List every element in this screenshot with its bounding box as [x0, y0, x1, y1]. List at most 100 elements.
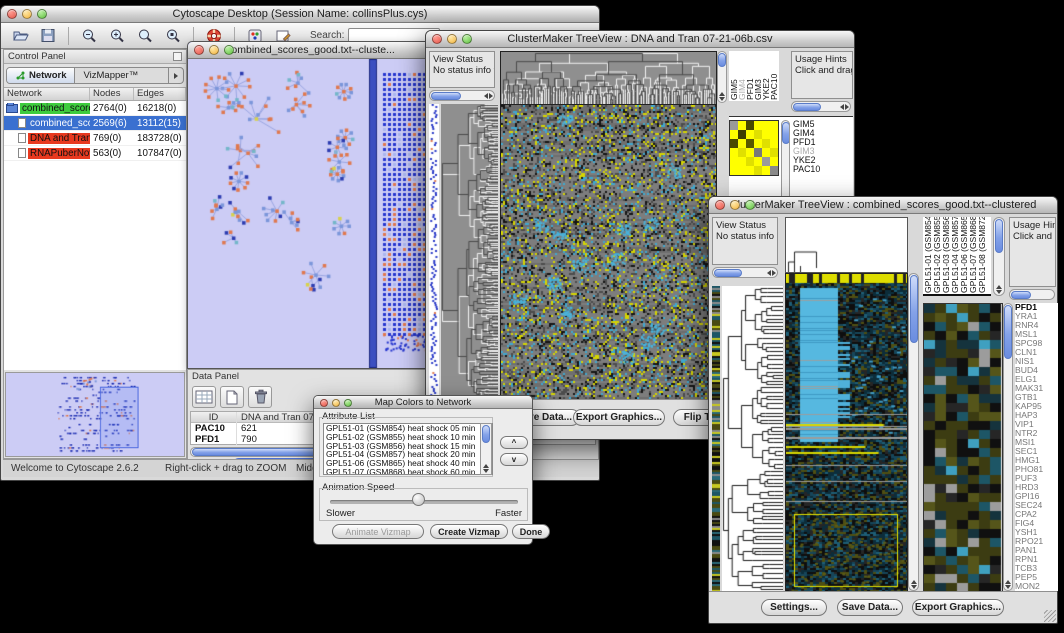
row-dendrogram[interactable]	[441, 104, 498, 398]
scroll-up-button[interactable]	[996, 285, 1002, 289]
scroll-down-button[interactable]	[996, 290, 1002, 294]
scroll-down-button[interactable]	[483, 469, 489, 473]
heatmap-canvas[interactable]	[500, 104, 717, 400]
scrollbar-thumb[interactable]	[782, 122, 790, 144]
scroll-down-button[interactable]	[911, 585, 917, 589]
attribute-list[interactable]: GPL51-01 (GSM854) heat shock 05 minGPL51…	[323, 423, 493, 475]
zoom-actual-button[interactable]	[134, 26, 156, 46]
labels-vscrollbar[interactable]	[993, 217, 1005, 296]
dendrogram-hscrollbar[interactable]	[429, 90, 495, 101]
col-header-edges[interactable]: Edges	[134, 88, 186, 100]
close-button[interactable]	[320, 399, 328, 407]
scrollbar-thumb[interactable]	[995, 219, 1003, 253]
row-dendrogram[interactable]	[722, 286, 783, 591]
zoom-heatmap[interactable]	[923, 303, 1003, 593]
column-dendrogram[interactable]	[785, 217, 908, 273]
float-panel-icon[interactable]	[173, 52, 182, 61]
global-overview-strip[interactable]	[429, 104, 439, 398]
new-attribute-button[interactable]	[220, 386, 244, 408]
close-button[interactable]	[715, 200, 725, 210]
tab-overflow-button[interactable]	[168, 68, 183, 83]
heatmap-canvas[interactable]	[785, 273, 908, 593]
scrollbar-thumb[interactable]	[1011, 291, 1031, 299]
attribute-list-vscrollbar[interactable]	[480, 423, 492, 475]
zoom-out-button[interactable]	[78, 26, 100, 46]
open-session-button[interactable]	[9, 26, 31, 46]
network-canvas[interactable]	[188, 59, 433, 368]
network-row[interactable]: combined_scores2764(0)16218(0)	[4, 101, 186, 116]
scrollbar-thumb[interactable]	[482, 425, 490, 443]
slider-thumb[interactable]	[412, 493, 425, 506]
done-button[interactable]: Done	[512, 524, 550, 539]
animate-vizmap-button[interactable]: Animate Vizmap	[332, 524, 424, 539]
scrollbar-thumb[interactable]	[714, 269, 742, 277]
heatmap-vscrollbar[interactable]	[908, 273, 919, 591]
close-button[interactable]	[432, 34, 442, 44]
scroll-left-button[interactable]	[767, 270, 771, 276]
col-header-nodes[interactable]: Nodes	[90, 88, 134, 100]
zoom-button[interactable]	[37, 9, 47, 19]
move-up-button[interactable]: ^	[500, 436, 528, 449]
zoom-hscrollbar[interactable]	[791, 101, 851, 112]
network-row[interactable]: combined_sco2569(6)13112(15)	[4, 116, 186, 131]
network-table-header[interactable]: Network Nodes Edges	[4, 88, 186, 101]
birds-eye-view[interactable]	[5, 372, 185, 457]
network-row[interactable]: DNA and Tran 07769(0)183728(0)	[4, 131, 186, 146]
scroll-up-button[interactable]	[483, 464, 489, 468]
minimize-button[interactable]	[730, 200, 740, 210]
resize-grip[interactable]	[1044, 610, 1056, 622]
minimize-button[interactable]	[447, 34, 457, 44]
scroll-left-button[interactable]	[484, 93, 488, 99]
scroll-right-button[interactable]	[489, 93, 493, 99]
settings-button[interactable]: Settings...	[761, 599, 827, 616]
minimize-button[interactable]	[209, 45, 219, 55]
tab-network[interactable]: Network	[7, 68, 75, 83]
minimize-button[interactable]	[332, 399, 340, 407]
network-view-titlebar[interactable]: combined_scores_good.txt--cluste...	[188, 42, 433, 59]
scroll-down-button[interactable]	[719, 97, 725, 101]
zoom-in-button[interactable]	[106, 26, 128, 46]
scrollbar-thumb[interactable]	[1004, 305, 1012, 359]
scroll-left-button[interactable]	[840, 104, 844, 110]
zoom-button[interactable]	[462, 34, 472, 44]
scrollbar-thumb[interactable]	[718, 53, 726, 67]
scrollbar-thumb[interactable]	[793, 103, 821, 111]
zoom-hscrollbar[interactable]	[1009, 289, 1055, 300]
create-vizmap-button[interactable]: Create Vizmap	[430, 524, 508, 539]
scroll-up-button[interactable]	[1005, 580, 1011, 584]
zoom-button[interactable]	[344, 399, 352, 407]
delete-attribute-button[interactable]	[248, 386, 272, 408]
close-button[interactable]	[194, 45, 204, 55]
zoom-button[interactable]	[745, 200, 755, 210]
attribute-select-button[interactable]	[192, 386, 216, 408]
export-graphics-button[interactable]: Export Graphics...	[912, 599, 1004, 616]
minimize-button[interactable]	[22, 9, 32, 19]
export-graphics-button[interactable]: Export Graphics...	[573, 409, 665, 426]
save-session-button[interactable]	[37, 26, 59, 46]
move-down-button[interactable]: v	[500, 453, 528, 466]
scroll-right-button[interactable]	[772, 270, 776, 276]
save-data-button[interactable]: Save Data...	[837, 599, 903, 616]
column-dendrogram[interactable]	[500, 51, 717, 105]
dendrogram-vscrollbar[interactable]	[717, 51, 727, 103]
zoom-heatmap-matrix[interactable]	[729, 120, 779, 176]
col-header-id[interactable]: ID	[191, 412, 237, 423]
zoom-button[interactable]	[224, 45, 234, 55]
scroll-up-button[interactable]	[719, 92, 725, 96]
treeview2-titlebar[interactable]: ClusterMaker TreeView : combined_scores_…	[709, 197, 1057, 214]
scroll-right-button[interactable]	[845, 104, 849, 110]
tab-vizmapper[interactable]: VizMapper™	[75, 68, 146, 83]
close-button[interactable]	[7, 9, 17, 19]
dialog-titlebar[interactable]: Map Colors to Network	[314, 396, 532, 409]
scrollbar-thumb[interactable]	[910, 275, 918, 343]
scroll-down-button[interactable]	[1005, 585, 1011, 589]
treeview1-titlebar[interactable]: ClusterMaker TreeView : DNA and Tran 07-…	[426, 31, 854, 48]
scrollbar-thumb[interactable]	[431, 92, 461, 100]
network-row[interactable]: RNAPuberNov2+563(0)107847(0)	[4, 146, 186, 161]
col-header-network[interactable]: Network	[4, 88, 90, 100]
attribute-item[interactable]: GPL51-07 (GSM868) heat shock 60 min	[324, 468, 492, 475]
dendrogram-hscrollbar[interactable]	[712, 267, 778, 278]
zoom-fit-button[interactable]	[162, 26, 184, 46]
global-overview-strip[interactable]	[712, 286, 720, 591]
scroll-up-button[interactable]	[911, 580, 917, 584]
